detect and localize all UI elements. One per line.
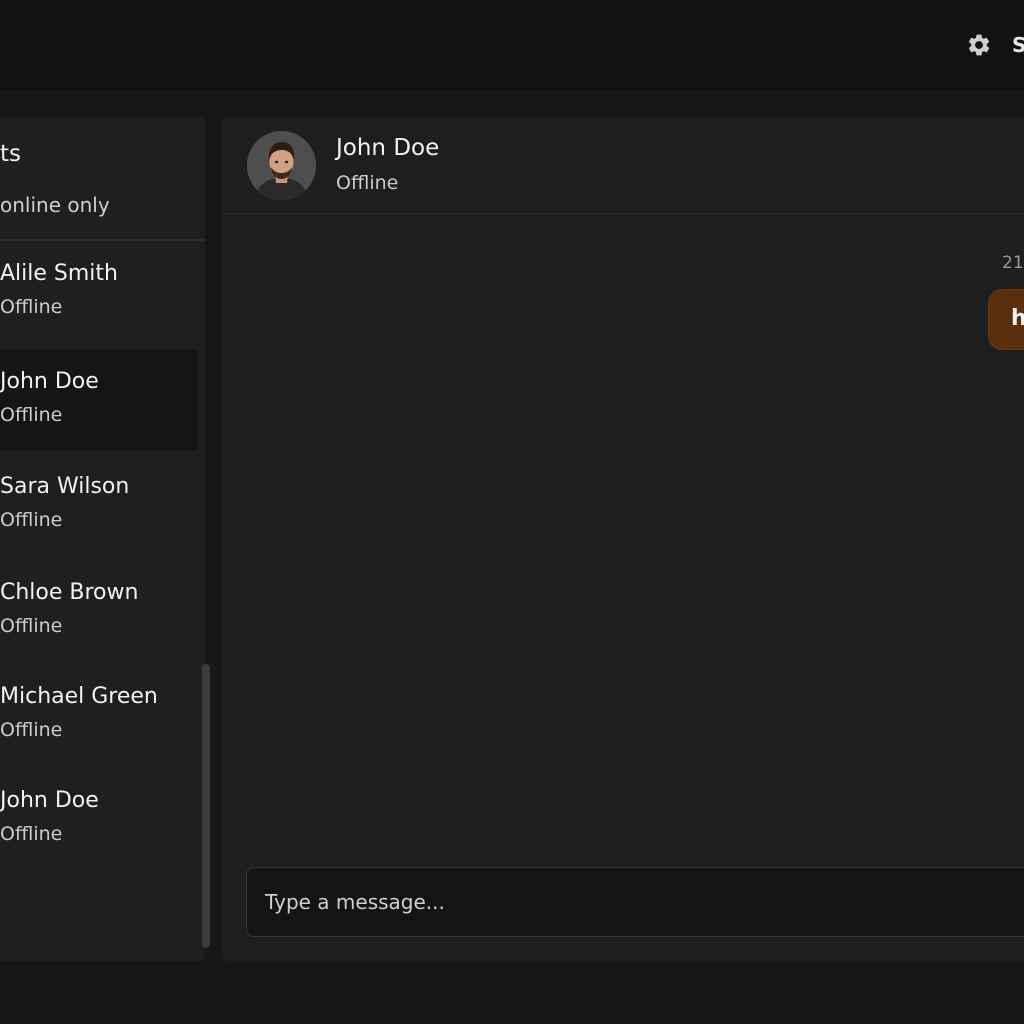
contact-name: John Doe [0,788,99,813]
contact-item[interactable]: Chloe Brown Offline [0,560,198,662]
outgoing-message-bubble[interactable]: h [988,289,1024,350]
contact-status: Offline [0,615,63,637]
contact-status: Offline [0,509,63,531]
contact-item[interactable]: Alile Smith Offline [0,241,198,343]
gear-icon[interactable] [966,32,992,58]
chat-panel: John Doe Offline 21 h [221,117,1024,961]
avatar-portrait-icon [247,131,316,200]
message-timestamp: 21 [1002,253,1024,273]
message-text: h [1011,306,1024,331]
contact-status: Offline [0,823,63,845]
contact-name: Chloe Brown [0,580,139,605]
online-only-filter[interactable]: online only [0,193,110,217]
top-bar: S [0,0,1024,90]
topbar-label[interactable]: S [1012,33,1024,57]
contact-name: John Doe [0,369,99,394]
contact-name: Michael Green [0,684,158,709]
avatar[interactable] [247,131,316,200]
contacts-sidebar: ts online only Alile Smith Offline John … [0,117,205,961]
chat-contact-status: Offline [336,172,399,194]
contact-item[interactable]: Michael Green Offline [0,664,198,766]
message-input[interactable] [265,868,1005,936]
sidebar-header: ts online only [0,117,205,241]
contact-item[interactable]: Sara Wilson Offline [0,454,198,556]
sidebar-scrollbar[interactable] [202,664,210,948]
contact-status: Offline [0,719,63,741]
message-composer[interactable] [246,867,1024,937]
contact-name: Alile Smith [0,261,118,286]
contact-name: Sara Wilson [0,474,130,499]
contact-item-active[interactable]: John Doe Offline [0,349,198,451]
contact-status: Offline [0,296,63,318]
sidebar-title: ts [0,141,22,167]
contact-status: Offline [0,404,63,426]
chat-contact-name: John Doe [336,135,440,161]
chat-header: John Doe Offline [221,117,1024,214]
contact-item[interactable]: John Doe Offline [0,768,198,870]
